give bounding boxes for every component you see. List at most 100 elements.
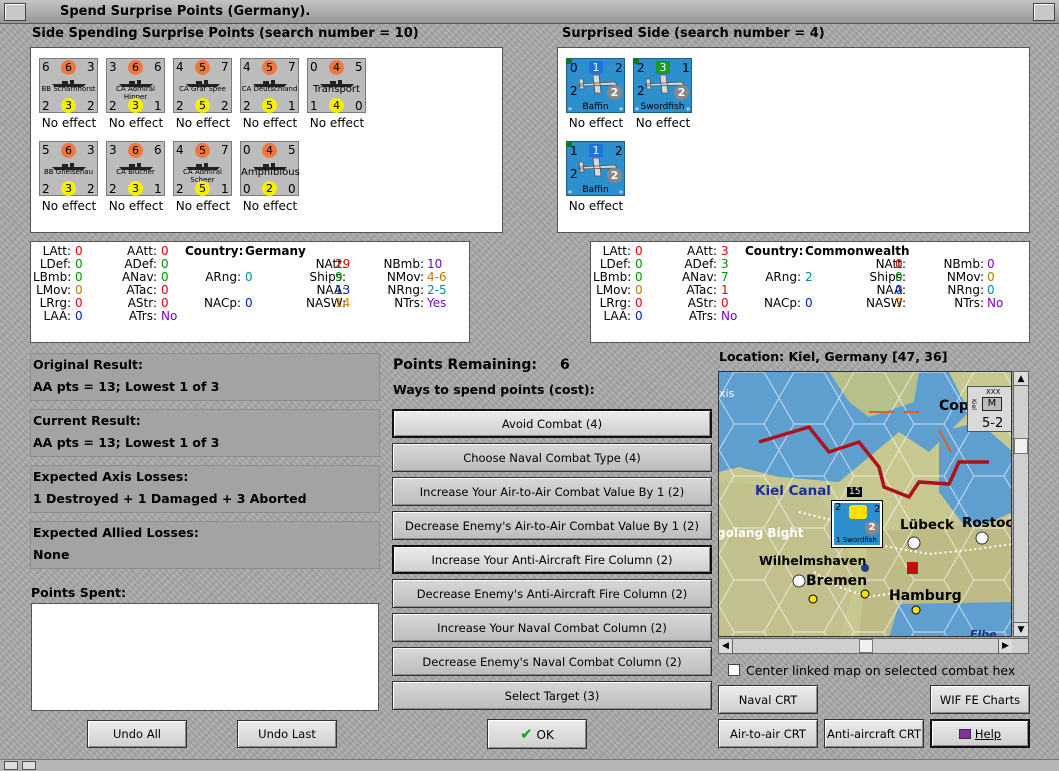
system-menu-button[interactable] — [4, 3, 26, 21]
ship-counter[interactable]: 0 4 5 Amphibious 0 2 0 — [240, 141, 300, 196]
spend-option-button[interactable]: Select Target (3) — [392, 681, 712, 710]
ship-counter[interactable]: 5 6 3 BB Gneisenau 2 3 2 — [39, 141, 98, 196]
counter-bottom-mid: 3 — [128, 98, 143, 113]
star-icon: * — [568, 189, 572, 198]
points-remaining-value: 6 — [560, 357, 570, 373]
counter-bottom-right: 1 — [221, 182, 229, 196]
scroll-down-icon[interactable]: ▼ — [1014, 622, 1028, 636]
counter-bottom-right: 1 — [154, 99, 162, 113]
map-horizontal-scrollbar[interactable]: ◀ ▶ — [718, 638, 1029, 654]
counter-top-mid: 5 — [195, 60, 210, 75]
original-result-box: Original Result: AA pts = 13; Lowest 1 o… — [30, 353, 380, 401]
air-counter[interactable]: 2 3 1 2 2 Swordfish * * — [633, 58, 692, 115]
counter-top-right: 5 — [355, 60, 363, 74]
spend-option-button[interactable]: Increase Your Air-to-Air Combat Value By… — [392, 477, 712, 506]
spend-option-button[interactable]: Increase Your Anti-Aircraft Fire Column … — [392, 545, 712, 574]
stat-value: 14 — [335, 296, 351, 310]
points-spent-list[interactable] — [31, 603, 379, 711]
checkmark-icon: ✔ — [520, 725, 533, 743]
ok-button-label: OK — [536, 728, 554, 742]
allied-losses-value: None — [33, 547, 70, 562]
spend-option-button[interactable]: Increase Your Naval Combat Column (2) — [392, 613, 712, 642]
map-label-bremen: Bremen — [806, 573, 868, 589]
vertical-scroll-thumb[interactable] — [1014, 438, 1028, 454]
scroll-up-icon[interactable]: ▲ — [1014, 372, 1028, 386]
map-corps-counter[interactable]: XXX M 5-2 Kiel — [967, 386, 1011, 432]
stat-label: ARng: — [765, 270, 801, 284]
counter-top-mid: 6 — [61, 60, 76, 75]
air-counter[interactable]: 1 1 2 2 2 Baffin * * — [566, 141, 625, 198]
original-result-value: AA pts = 13; Lowest 1 of 3 — [33, 379, 220, 394]
close-button[interactable] — [1033, 3, 1055, 21]
counter-top-mid: 5 — [195, 143, 210, 158]
stat-label: LAA: — [603, 309, 631, 323]
counter-top-right: 7 — [288, 60, 296, 74]
spending-side-units-panel: 6 6 3 BB Scharnhorst 2 3 2 No effect 3 6 6 CA Admir… — [30, 47, 503, 233]
ship-counter[interactable]: 3 6 6 CA Admiral Hipper 2 3 1 — [106, 58, 165, 113]
horizontal-scroll-thumb[interactable] — [859, 639, 873, 653]
window-title: Spend Surprise Points (Germany). — [60, 4, 311, 19]
counter-name: BB Scharnhorst — [41, 85, 96, 93]
naval-crt-button[interactable]: Naval CRT — [718, 685, 818, 714]
ship-counter[interactable]: 6 6 3 BB Scharnhorst 2 3 2 — [39, 58, 98, 113]
air-to-air-crt-button[interactable]: Air-to-air CRT — [718, 719, 818, 748]
stat-value: No — [161, 309, 178, 323]
map-selected-air-unit[interactable]: 2 2 2 1 Swordfish — [831, 500, 883, 548]
title-bar: Spend Surprise Points (Germany). — [0, 0, 1059, 24]
allied-losses-label: Expected Allied Losses: — [33, 525, 199, 540]
map-label-lubeck: Lübeck — [900, 517, 955, 533]
ship-counter[interactable]: 3 6 6 CA Blücher 2 3 1 — [106, 141, 165, 196]
undo-all-button[interactable]: Undo All — [87, 720, 187, 748]
ship-counter[interactable]: 0 4 5 Transport 1 4 0 — [307, 58, 366, 113]
air-counter[interactable]: 0 1 2 2 2 Baffin * * — [566, 58, 625, 115]
ship-counter[interactable]: 4 5 7 CA Graf Spee 2 5 2 — [173, 58, 232, 113]
counter-name: Baffin — [582, 185, 609, 195]
scroll-left-icon[interactable]: ◀ — [719, 639, 733, 653]
anti-aircraft-crt-button[interactable]: Anti-aircraft CRT — [824, 719, 924, 748]
axis-losses-label: Expected Axis Losses: — [33, 469, 189, 484]
warship-icon — [52, 76, 86, 87]
ship-counter[interactable]: 4 5 7 CA Deutschland 2 5 1 — [240, 58, 299, 113]
map-label-axis: xis — [719, 387, 735, 400]
counter-top-mid: 4 — [262, 143, 277, 158]
map-vertical-scrollbar[interactable]: ▲ ▼ — [1013, 371, 1029, 637]
spend-option-button[interactable]: Decrease Enemy's Naval Combat Column (2) — [392, 647, 712, 676]
counter-effect: No effect — [635, 116, 691, 130]
stat-label: NACp: — [203, 296, 241, 310]
ship-counter[interactable]: 4 5 7 CA Admiral Scheer 2 5 1 — [173, 141, 232, 196]
warship-icon — [253, 159, 287, 170]
star-icon: * — [619, 189, 623, 198]
spend-option-button[interactable]: Decrease Enemy's Anti-Aircraft Fire Colu… — [392, 579, 712, 608]
scroll-right-icon[interactable]: ▶ — [998, 639, 1012, 653]
spend-option-button[interactable]: Avoid Combat (4) — [392, 409, 712, 438]
counter-bottom-right: 2 — [674, 85, 689, 100]
stat-label: ATrs: — [128, 309, 157, 323]
counter-bottom-left: 0 — [243, 182, 251, 196]
counter-bottom-right: 1 — [154, 182, 162, 196]
ok-button[interactable]: ✔ OK — [487, 719, 587, 749]
country-name: Germany — [245, 244, 306, 258]
axis-losses-value: 1 Destroyed + 1 Damaged + 3 Aborted — [33, 491, 307, 506]
center-map-checkbox[interactable] — [728, 664, 740, 676]
counter-top-left: 3 — [109, 143, 117, 157]
spend-option-button[interactable]: Decrease Enemy's Air-to-Air Combat Value… — [392, 511, 712, 540]
counter-bottom-mid: 3 — [61, 181, 76, 196]
surprised-side-stats-panel: LAtt: 0 LDef: 0 LBmb: 0 LMov: 0 LRrg: 0 LAA: 0 AAtt:… — [590, 241, 1030, 343]
wif-fe-charts-button[interactable]: WIF FE Charts — [930, 685, 1030, 714]
counter-bottom-left: 1 — [310, 99, 318, 113]
points-spent-label: Points Spent: — [31, 585, 127, 600]
help-button[interactable]: Help — [930, 719, 1030, 748]
resize-grip-left-2[interactable] — [22, 761, 36, 770]
stat-value: 0 — [75, 309, 83, 323]
surprised-side-units-panel: 0 1 2 2 2 Baffin * * No effect 2 3 1 2 2 Swordfish * * No… — [557, 47, 1030, 233]
linked-map[interactable]: Copen Kiel Canal golang Bight Lübeck Ros… — [718, 371, 1012, 637]
counter-bottom-mid: 5 — [262, 98, 277, 113]
counter-bottom-left: 2 — [570, 167, 578, 181]
undo-last-button[interactable]: Undo Last — [237, 720, 337, 748]
counter-top-right: 6 — [154, 60, 162, 74]
warship-icon — [119, 159, 153, 170]
spend-option-button[interactable]: Choose Naval Combat Type (4) — [392, 443, 712, 472]
counter-name: CA Blücher — [116, 168, 155, 176]
resize-grip-left[interactable] — [4, 761, 18, 770]
allied-losses-box: Expected Allied Losses: None — [30, 521, 380, 569]
